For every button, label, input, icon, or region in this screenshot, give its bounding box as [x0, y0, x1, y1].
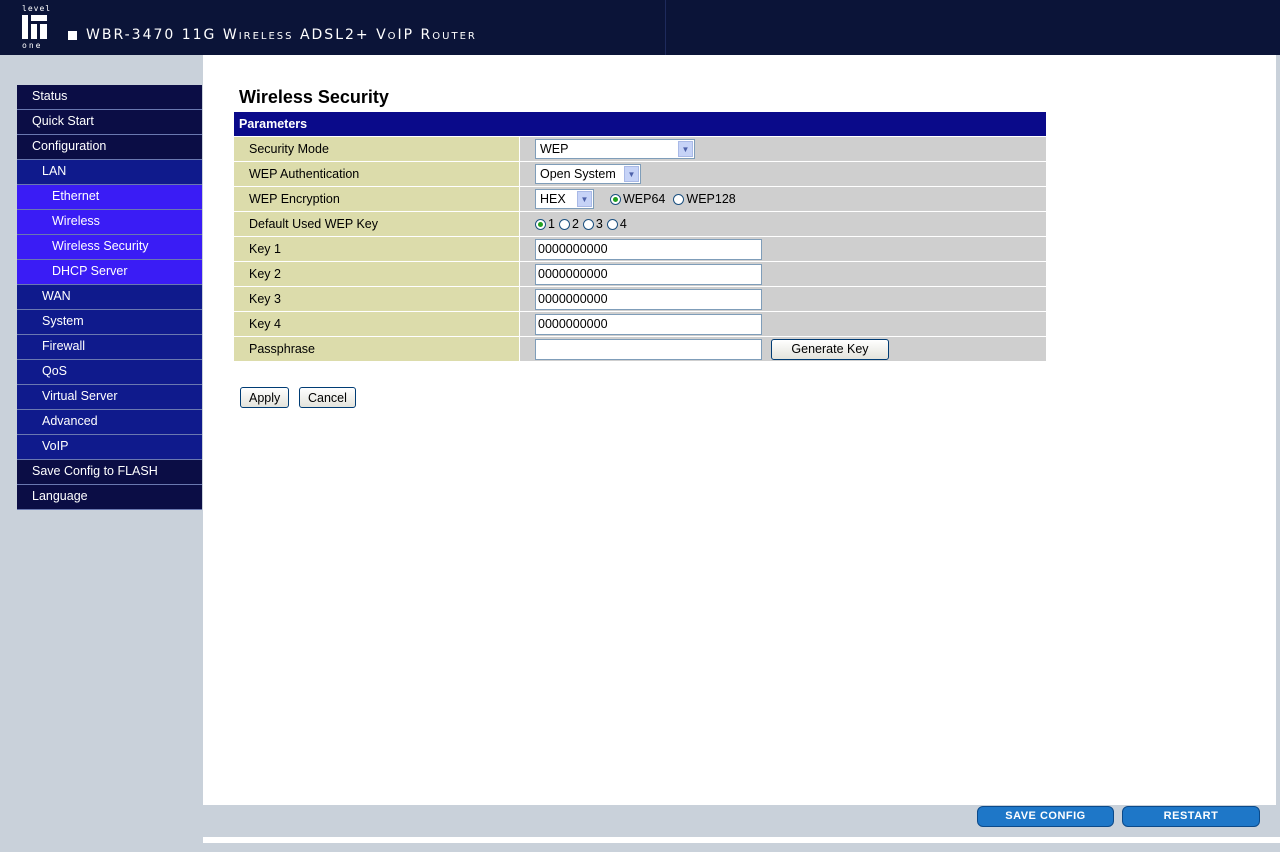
nav-item-qos[interactable]: QoS [17, 360, 202, 385]
nav-item-advanced[interactable]: Advanced [17, 410, 202, 435]
passphrase-label: Passphrase [234, 337, 519, 361]
header-bar: level one WBR-3470 11G Wireless ADSL2+ V… [0, 0, 1280, 55]
row-wep-auth: WEP Authentication Open System ▼ [234, 161, 1046, 186]
footer-bottom-strip [203, 843, 1280, 852]
default-key-option-3: 3 [595, 217, 603, 231]
logo-text-level: level [22, 4, 52, 13]
default-key-label: Default Used WEP Key [234, 212, 519, 236]
header-divider [665, 0, 666, 55]
chevron-down-icon: ▼ [577, 191, 592, 207]
restart-button[interactable]: RESTART [1122, 806, 1260, 827]
row-key3: Key 3 [234, 286, 1046, 311]
nav-item-wireless-security[interactable]: Wireless Security [17, 235, 202, 260]
product-title: WBR-3470 11G Wireless ADSL2+ VoIP Router [86, 27, 477, 43]
passphrase-input[interactable] [535, 338, 762, 360]
default-key-radio-4[interactable]: 4 [606, 217, 627, 231]
nav-item-lan[interactable]: LAN [17, 160, 202, 185]
default-key-option-4: 4 [619, 217, 627, 231]
right-edge-panel [1276, 55, 1280, 805]
wep64-radio[interactable]: WEP64 [610, 192, 665, 206]
key3-cell [519, 287, 1046, 311]
key2-label: Key 2 [234, 262, 519, 286]
wep128-radio[interactable]: WEP128 [673, 192, 736, 206]
wep-auth-value: Open System [540, 167, 616, 181]
default-key-option-2: 2 [571, 217, 579, 231]
nav-item-save-config-flash[interactable]: Save Config to FLASH [17, 460, 202, 485]
page-title: Wireless Security [239, 87, 389, 107]
security-mode-label: Security Mode [234, 137, 519, 161]
nav-item-status[interactable]: Status [17, 85, 202, 110]
row-security-mode: Security Mode WEP ▼ [234, 136, 1046, 161]
radio-unselected-icon [558, 218, 570, 230]
row-key4: Key 4 [234, 311, 1046, 336]
wep-encryption-cell: HEX ▼ WEP64 WEP128 [519, 187, 1046, 211]
row-wep-encryption: WEP Encryption HEX ▼ WEP64 WEP128 [234, 186, 1046, 211]
default-key-radio-2[interactable]: 2 [558, 217, 579, 231]
key3-label: Key 3 [234, 287, 519, 311]
nav-item-quick-start[interactable]: Quick Start [17, 110, 202, 135]
key4-cell [519, 312, 1046, 336]
default-key-cell: 1 2 3 4 [519, 212, 1046, 236]
chevron-down-icon: ▼ [624, 166, 639, 182]
parameters-table: Parameters Security Mode WEP ▼ WEP Authe… [234, 112, 1046, 361]
radio-unselected-icon [606, 218, 618, 230]
nav-item-ethernet[interactable]: Ethernet [17, 185, 202, 210]
security-mode-select[interactable]: WEP ▼ [535, 139, 695, 159]
row-key2: Key 2 [234, 261, 1046, 286]
radio-selected-icon [610, 193, 621, 205]
default-key-option-1: 1 [548, 217, 555, 231]
save-config-button[interactable]: SAVE CONFIG [977, 806, 1114, 827]
key4-input[interactable] [535, 313, 762, 335]
row-key1: Key 1 [234, 236, 1046, 261]
apply-button[interactable]: Apply [240, 387, 290, 408]
radio-selected-icon [535, 218, 546, 230]
key1-label: Key 1 [234, 237, 519, 261]
footer-panel [203, 805, 1280, 837]
default-key-radio-3[interactable]: 3 [582, 217, 603, 231]
radio-unselected-icon [582, 218, 594, 230]
wep-auth-cell: Open System ▼ [519, 162, 1046, 186]
passphrase-cell: Generate Key [519, 337, 1046, 361]
levelone-logo: level one [20, 4, 56, 50]
generate-key-button[interactable]: Generate Key [771, 338, 889, 360]
nav-item-language[interactable]: Language [17, 485, 202, 510]
key3-input[interactable] [535, 288, 762, 310]
cancel-button[interactable]: Cancel [299, 387, 356, 408]
wep64-label: WEP64 [623, 192, 666, 206]
key2-cell [519, 262, 1046, 286]
key4-label: Key 4 [234, 312, 519, 336]
nav-item-wan[interactable]: WAN [17, 285, 202, 310]
wep-auth-select[interactable]: Open System ▼ [535, 164, 641, 184]
logo-text-one: one [22, 41, 43, 50]
nav-item-voip[interactable]: VoIP [17, 435, 202, 460]
radio-unselected-icon [673, 193, 685, 205]
security-mode-value: WEP [540, 142, 569, 156]
wep128-label: WEP128 [686, 192, 736, 206]
security-mode-cell: WEP ▼ [519, 137, 1046, 161]
row-default-key: Default Used WEP Key 1 2 3 4 [234, 211, 1046, 236]
row-passphrase: Passphrase Generate Key [234, 336, 1046, 361]
wep-encryption-label: WEP Encryption [234, 187, 519, 211]
wep-encryption-value: HEX [540, 192, 566, 206]
wep-encryption-select[interactable]: HEX ▼ [535, 189, 594, 209]
section-header: Parameters [234, 112, 1046, 136]
key1-input[interactable] [535, 238, 762, 260]
nav-item-configuration[interactable]: Configuration [17, 135, 202, 160]
sidebar-nav: Status Quick Start Configuration LAN Eth… [17, 85, 202, 510]
key2-input[interactable] [535, 263, 762, 285]
title-bullet-icon [68, 31, 77, 40]
default-key-radio-1[interactable]: 1 [535, 217, 555, 231]
chevron-down-icon: ▼ [678, 141, 693, 157]
nav-item-system[interactable]: System [17, 310, 202, 335]
nav-item-wireless[interactable]: Wireless [17, 210, 202, 235]
key1-cell [519, 237, 1046, 261]
nav-item-dhcp-server[interactable]: DHCP Server [17, 260, 202, 285]
nav-item-virtual-server[interactable]: Virtual Server [17, 385, 202, 410]
wep-auth-label: WEP Authentication [234, 162, 519, 186]
nav-item-firewall[interactable]: Firewall [17, 335, 202, 360]
